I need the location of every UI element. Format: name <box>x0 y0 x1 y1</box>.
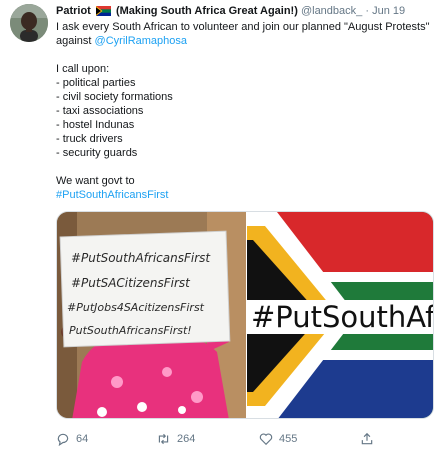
media-photo-left[interactable]: #PutSouthAfricansFirst #PutSACitizensFir… <box>57 212 246 418</box>
hashtag-link[interactable]: #PutSouthAfricansFirst <box>56 189 169 201</box>
tweet-header: Patriot (Making South Africa Great Again… <box>56 3 440 21</box>
protest-sign-photo: #PutSouthAfricansFirst #PutSACitizensFir… <box>57 212 246 418</box>
list-item: - civil society formations <box>56 91 173 103</box>
list-item: - hostel Indunas <box>56 119 135 131</box>
body-line-2: against @CyrilRamaphosa <box>56 34 438 48</box>
tweet-media[interactable]: #PutSouthAfricansFirst #PutSACitizensFir… <box>56 211 434 419</box>
header-separator: · <box>365 5 370 17</box>
body-line-1: I ask every South African to volunteer a… <box>56 21 430 33</box>
closing-text: We want govt to <box>56 175 135 187</box>
sign-line: #PutSACitizensFirst <box>71 276 191 290</box>
avatar-image <box>10 4 48 42</box>
mention-link[interactable]: @CyrilRamaphosa <box>95 35 187 47</box>
south-africa-flag-graphic: #PutSouthAf <box>247 212 434 418</box>
reply-count: 64 <box>76 433 89 445</box>
avatar[interactable] <box>10 4 48 42</box>
tweet-date[interactable]: Jun 19 <box>372 5 405 17</box>
retweet-icon <box>158 433 169 445</box>
retweet-count: 264 <box>177 433 196 445</box>
south-africa-flag-icon <box>95 6 111 16</box>
tweet-body: I ask every South African to volunteer a… <box>56 20 438 202</box>
share-icon <box>361 432 373 445</box>
author-name-suffix[interactable]: (Making South Africa Great Again!) <box>116 5 298 17</box>
call-upon-text: I call upon: <box>56 63 110 75</box>
retweet-button[interactable]: 264 <box>156 431 195 447</box>
body-against-word: against <box>56 35 92 47</box>
sign-line: #PutJobs4SAcitizensFirst <box>67 301 205 314</box>
list-item: - truck drivers <box>56 133 123 145</box>
sign-line: PutSouthAfricansFirst! <box>69 324 192 337</box>
reply-icon <box>57 433 69 446</box>
tweet-actions: 64 264 455 <box>56 431 440 447</box>
flag-hashtag-text: #PutSouthAf <box>251 300 434 334</box>
sign-line: #PutSouthAfricansFirst <box>71 251 211 265</box>
media-photo-right[interactable]: #PutSouthAf <box>247 212 434 418</box>
list-item: - taxi associations <box>56 105 144 117</box>
like-button[interactable]: 455 <box>259 431 297 447</box>
like-icon <box>259 433 273 446</box>
list-item: - political parties <box>56 77 136 89</box>
share-button[interactable] <box>360 431 374 447</box>
author-name[interactable]: Patriot <box>56 5 91 17</box>
list-item: - security guards <box>56 147 138 159</box>
tweet[interactable]: Patriot (Making South Africa Great Again… <box>0 0 446 456</box>
reply-button[interactable]: 64 <box>56 431 88 447</box>
author-handle[interactable]: @landback_ <box>301 5 362 17</box>
like-count: 455 <box>279 433 298 445</box>
